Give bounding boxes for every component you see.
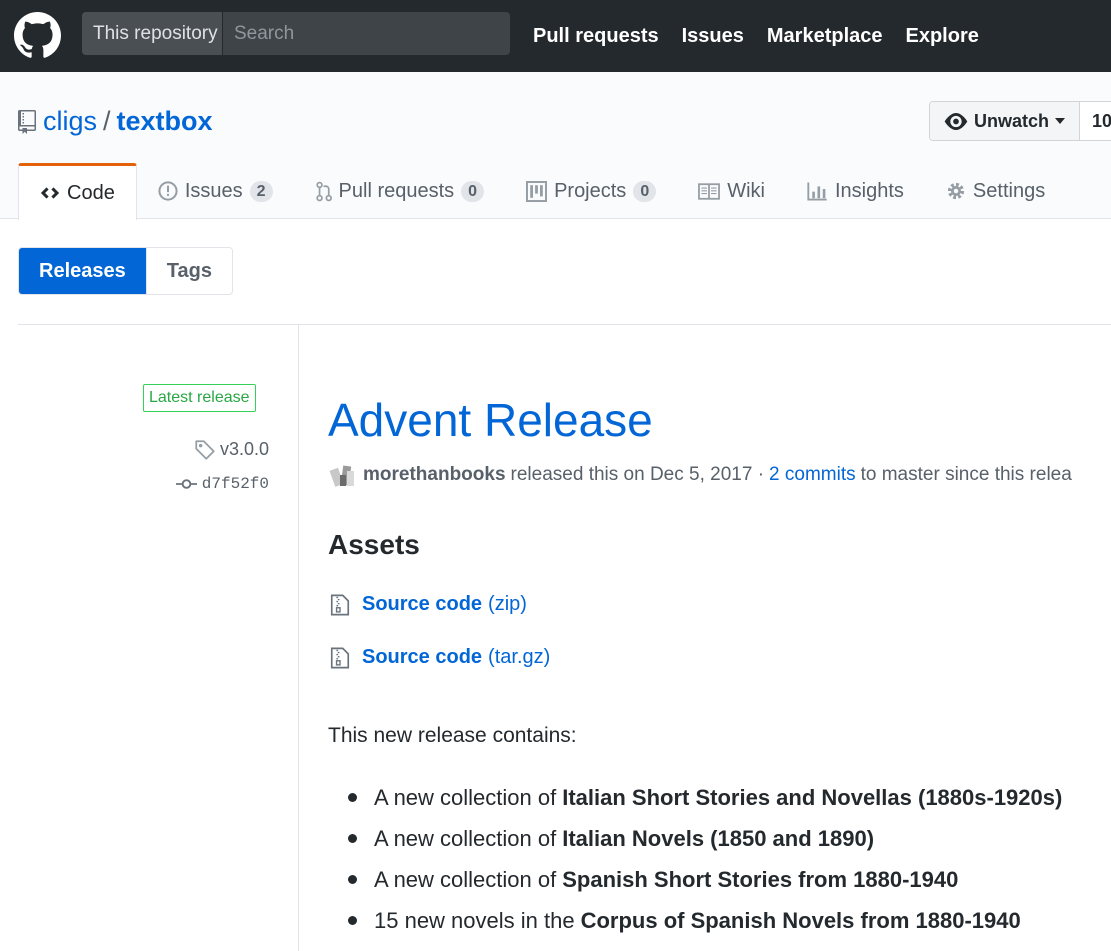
tab-projects[interactable]: Projects 0 — [505, 163, 677, 219]
release-title[interactable]: Advent Release — [328, 393, 653, 447]
path-separator: / — [103, 106, 111, 136]
tags-tab[interactable]: Tags — [145, 248, 232, 294]
latest-release-badge: Latest release — [143, 384, 256, 412]
commit-sha: d7f52f0 — [201, 475, 269, 493]
asset-label: Source code — [362, 646, 483, 668]
release-notes-intro: This new release contains: — [328, 724, 577, 747]
gear-icon — [947, 182, 965, 200]
issue-icon — [158, 181, 178, 201]
nav-marketplace[interactable]: Marketplace — [767, 25, 883, 48]
tab-label: Wiki — [727, 179, 765, 202]
bullet — [348, 834, 357, 843]
item-text: A new collection of — [374, 825, 557, 851]
released-text: released this on Dec 5, 2017 · — [510, 463, 765, 485]
releases-tags-subnav: Releases Tags — [18, 247, 233, 295]
eye-icon — [944, 112, 968, 130]
author-link[interactable]: morethanbooks — [363, 464, 506, 486]
list-item: A new collection of Spanish Short Stories… — [348, 859, 1062, 900]
repo-name-link[interactable]: textbox — [117, 106, 213, 137]
assets-heading: Assets — [328, 529, 420, 560]
release-tag[interactable]: v3.0.0 — [195, 439, 269, 460]
tab-label: Code — [67, 181, 115, 204]
file-zip-icon — [330, 594, 350, 615]
item-bold-text: Italian Novels (1850 and 1890) — [562, 825, 875, 851]
tab-settings[interactable]: Settings — [925, 163, 1066, 219]
item-bold-text: Italian Short Stories and Novellas (1880… — [562, 784, 1063, 810]
tab-pull-requests[interactable]: Pull requests 0 — [294, 163, 506, 219]
tab-code[interactable]: Code — [18, 163, 137, 220]
commit-icon — [175, 479, 197, 489]
nav-pull-requests[interactable]: Pull requests — [533, 25, 659, 48]
since-text: to master since this relea — [860, 463, 1072, 485]
item-bold-text: Corpus of Spanish Novels from 1880-1940 — [580, 907, 1021, 933]
pull-request-icon — [315, 181, 332, 201]
tab-label: Projects — [554, 179, 627, 202]
bullet — [348, 875, 357, 884]
repo-header: cligs / textbox Unwatch 10 Code Issues 2… — [0, 72, 1111, 220]
global-nav: Pull requests Issues Marketplace Explore — [533, 0, 1002, 72]
tab-wiki[interactable]: Wiki — [677, 163, 786, 219]
release-meta: morethanbooks released this on Dec 5, 20… — [328, 461, 1072, 488]
tab-label: Settings — [972, 179, 1046, 202]
project-icon — [526, 180, 548, 202]
list-item: A new collection of Italian Novels (1850 … — [348, 818, 1062, 859]
release-sidebar-divider — [298, 325, 299, 951]
asset-targz-link[interactable]: Source code (tar.gz) — [330, 646, 550, 669]
projects-counter: 0 — [633, 180, 657, 202]
asset-format: (tar.gz) — [488, 646, 551, 668]
search-input[interactable] — [223, 12, 510, 55]
asset-format: (zip) — [488, 593, 527, 615]
scoped-search: This repository — [82, 12, 510, 55]
code-icon — [40, 187, 60, 199]
tab-label: Pull requests — [338, 179, 455, 202]
author-avatar[interactable] — [328, 461, 357, 488]
nav-issues[interactable]: Issues — [682, 25, 744, 48]
list-item: A new collection of Italian Short Stories… — [348, 777, 1062, 818]
release-commit[interactable]: d7f52f0 — [175, 475, 269, 493]
asset-label: Source code — [362, 593, 483, 615]
caret-down-icon — [1055, 118, 1066, 124]
repo-nav: Code Issues 2 Pull requests 0 Projects 0… — [18, 163, 1066, 220]
release-notes-list: A new collection of Italian Short Stories… — [348, 777, 1062, 941]
item-bold-text: Spanish Short Stories from 1880-1940 — [562, 866, 959, 892]
item-text: 15 new novels in the — [374, 907, 575, 933]
releases-tab[interactable]: Releases — [19, 248, 146, 294]
tab-label: Issues — [184, 179, 243, 202]
unwatch-button[interactable]: Unwatch — [930, 102, 1081, 140]
bullet — [348, 793, 357, 802]
site-header: This repository Pull requests Issues Mar… — [0, 0, 1111, 72]
tab-label: Insights — [834, 179, 904, 202]
watchers-count[interactable]: 10 — [1080, 102, 1111, 140]
repo-owner-link[interactable]: cligs — [43, 106, 97, 137]
repo-title: cligs / textbox — [18, 106, 213, 137]
repo-icon — [18, 109, 36, 134]
nav-explore[interactable]: Explore — [906, 25, 979, 48]
search-scope-label: This repository — [82, 12, 223, 55]
tab-issues[interactable]: Issues 2 — [137, 163, 294, 219]
github-logo-icon[interactable] — [14, 12, 61, 59]
divider — [18, 324, 1111, 325]
item-text: A new collection of — [374, 866, 557, 892]
tag-icon — [195, 439, 215, 460]
issues-counter: 2 — [249, 180, 273, 202]
asset-zip-link[interactable]: Source code (zip) — [330, 593, 527, 616]
graph-icon — [807, 182, 827, 201]
pull-requests-counter: 0 — [461, 180, 485, 202]
list-item: 15 new novels in the Corpus of Spanish No… — [348, 900, 1062, 941]
file-zip-icon — [330, 647, 350, 668]
commits-link[interactable]: 2 commits — [769, 464, 856, 486]
watch-control: Unwatch 10 — [929, 101, 1111, 141]
bullet — [348, 916, 357, 925]
tag-name: v3.0.0 — [219, 439, 269, 459]
book-icon — [698, 182, 721, 200]
tab-insights[interactable]: Insights — [786, 163, 925, 219]
unwatch-label: Unwatch — [974, 110, 1050, 131]
item-text: A new collection of — [374, 784, 557, 810]
